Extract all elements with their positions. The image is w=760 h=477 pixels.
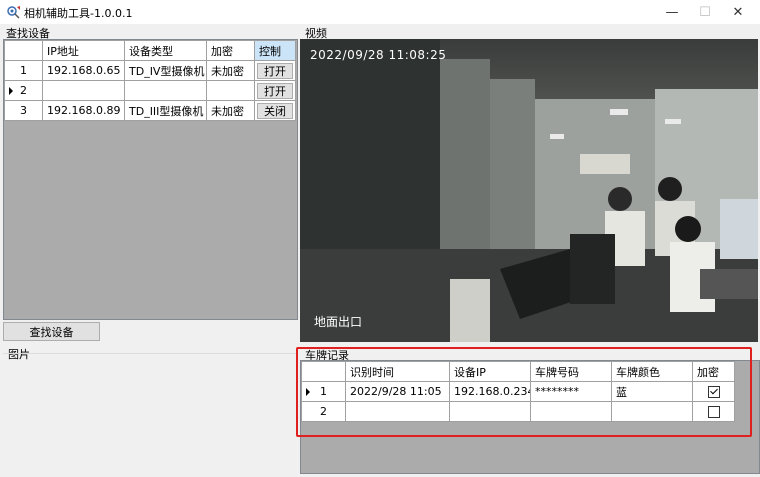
close-button[interactable]: ✕ [716, 0, 760, 24]
row-number[interactable]: 2 [4, 80, 43, 101]
current-row-indicator-icon [306, 388, 310, 396]
cell-ip[interactable]: 192.168.0.234 [42, 80, 125, 101]
cell-type[interactable]: TD_IV型摄像机 [124, 60, 207, 81]
video-timestamp: 2022/09/28 11:08:25 [310, 48, 447, 62]
column-header-time[interactable]: 识别时间 [345, 361, 450, 382]
table-row[interactable]: 3 192.168.0.89 TD_III型摄像机 未加密 关闭 [4, 100, 296, 121]
row-number[interactable]: 2 [301, 401, 346, 422]
cell-encrypt[interactable]: 未加密 [206, 80, 255, 101]
encrypt-checkbox[interactable] [707, 386, 720, 398]
table-row[interactable]: 1 2022/9/28 11:05 192.168.0.234 ********… [301, 381, 735, 402]
row-number[interactable]: 1 [4, 60, 43, 81]
control-button[interactable]: 打开 [257, 62, 293, 79]
cell-ip[interactable]: 192.168.0.65 [42, 60, 125, 81]
table-row[interactable]: 2 2022/9/28 11:06 192.168.0.89 湘A00110 蓝 [301, 401, 735, 422]
column-header-type[interactable]: 设备类型 [124, 40, 207, 61]
plate-grid: 识别时间 设备IP 车牌号码 车牌颜色 加密 1 2022/9/28 11:05… [300, 360, 760, 474]
cell-color[interactable]: 蓝 [611, 381, 693, 402]
cell-plate[interactable]: ******** [530, 381, 612, 402]
grid-corner [301, 361, 346, 382]
cell-color[interactable]: 蓝 [611, 401, 693, 422]
cell-time[interactable]: 2022/9/28 11:05 [345, 381, 450, 402]
device-grid: IP地址 设备类型 加密 控制 1 192.168.0.65 TD_IV型摄像机… [3, 39, 298, 320]
table-row[interactable]: 2 192.168.0.234 TD_III型摄像机 未加密 打开 [4, 80, 296, 101]
current-row-indicator-icon [9, 87, 13, 95]
video-frame[interactable]: 2022/09/28 11:08:25 地面出口 [300, 39, 758, 342]
cell-type[interactable]: TD_III型摄像机 [124, 80, 207, 101]
cell-device-ip[interactable]: 192.168.0.234 [449, 381, 531, 402]
column-header-encrypt[interactable]: 加密 [206, 40, 255, 61]
video-scene [300, 39, 758, 342]
row-number[interactable]: 3 [4, 100, 43, 121]
cell-encrypt[interactable]: 未加密 [206, 60, 255, 81]
row-number[interactable]: 1 [301, 381, 346, 402]
find-devices-button[interactable]: 查找设备 [3, 322, 100, 341]
control-button[interactable]: 关闭 [257, 102, 293, 119]
cell-time[interactable]: 2022/9/28 11:06 [345, 401, 450, 422]
encrypt-checkbox[interactable] [707, 406, 720, 418]
column-header-encrypt[interactable]: 加密 [692, 361, 735, 382]
cell-plate[interactable]: 湘A00110 [530, 401, 612, 422]
cell-encrypt[interactable]: 未加密 [206, 100, 255, 121]
cell-device-ip[interactable]: 192.168.0.89 [449, 401, 531, 422]
video-caption: 地面出口 [314, 315, 363, 329]
window-title: 相机辅助工具-1.0.0.1 [24, 7, 133, 20]
grid-corner [4, 40, 43, 61]
table-row[interactable]: 1 192.168.0.65 TD_IV型摄像机 未加密 打开 [4, 60, 296, 81]
column-header-plate[interactable]: 车牌号码 [530, 361, 612, 382]
column-header-ip[interactable]: IP地址 [42, 40, 125, 61]
app-camera-icon [7, 6, 20, 19]
cell-ip[interactable]: 192.168.0.89 [42, 100, 125, 121]
column-header-control[interactable]: 控制 [254, 40, 296, 61]
column-header-color[interactable]: 车牌颜色 [611, 361, 693, 382]
cell-type[interactable]: TD_III型摄像机 [124, 100, 207, 121]
column-header-device-ip[interactable]: 设备IP [449, 361, 531, 382]
control-button[interactable]: 打开 [257, 82, 293, 99]
picture-area [3, 353, 296, 472]
